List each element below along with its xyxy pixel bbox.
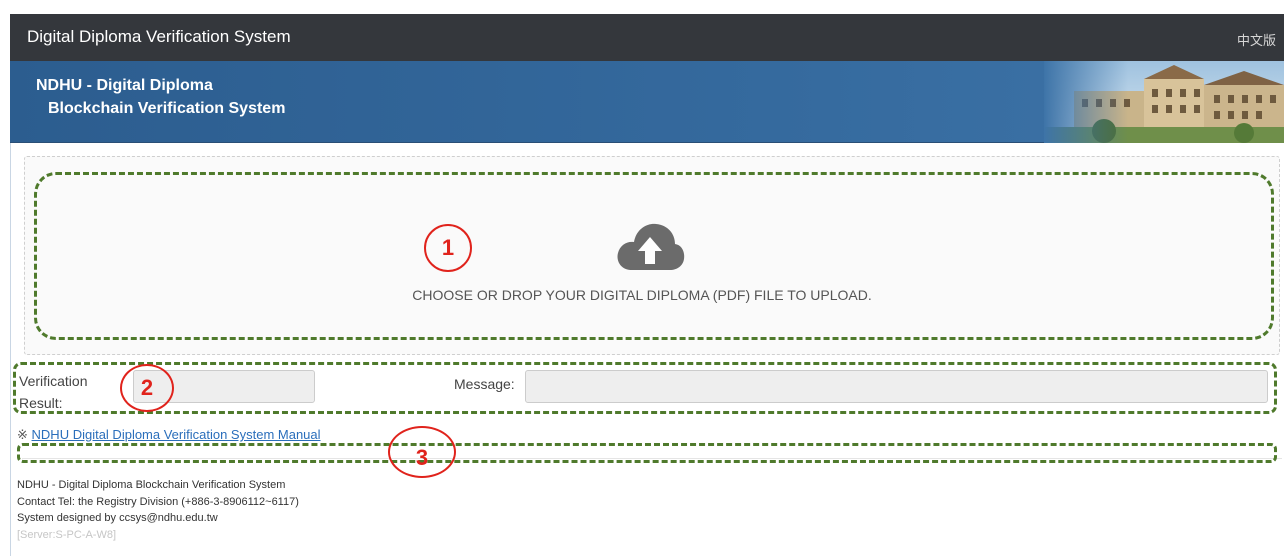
cloud-upload-icon[interactable] [614,220,686,272]
footer-contact: Contact Tel: the Registry Division (+886… [17,495,299,508]
language-switch-link[interactable]: 中文版 [1237,30,1276,49]
message-label: Message: [454,376,515,392]
verification-result-field [133,370,315,403]
divider [22,458,1282,459]
app-title[interactable]: Digital Diploma Verification System [27,27,291,47]
banner-title-line2: Blockchain Verification System [48,100,286,117]
campus-building-image [1044,61,1284,143]
footer-system-name: NDHU - Digital Diploma Blockchain Verifi… [17,479,286,491]
top-navbar: Digital Diploma Verification System 中文版 [10,14,1284,61]
message-field [525,370,1268,403]
footer-server-id: [Server:S-PC-A-W8] [17,528,117,541]
manual-link[interactable]: NDHU Digital Diploma Verification System… [32,427,321,442]
verification-label-line2: Result: [19,395,63,411]
header-banner: NDHU - Digital Diploma Blockchain Verifi… [10,61,1284,143]
upload-instruction-text: CHOOSE OR DROP YOUR DIGITAL DIPLOMA (PDF… [412,287,872,303]
reference-mark: ※ [17,427,28,442]
manual-row: ※ NDHU Digital Diploma Verification Syst… [17,427,321,443]
banner-title-line1: NDHU - Digital Diploma [36,77,213,94]
footer-designer: System designed by ccsys@ndhu.edu.tw [17,512,218,524]
verification-label-line1: Verification [19,373,88,389]
verification-result-label: Verification Result: [19,370,87,414]
footer: NDHU - Digital Diploma Blockchain Verifi… [17,477,299,543]
